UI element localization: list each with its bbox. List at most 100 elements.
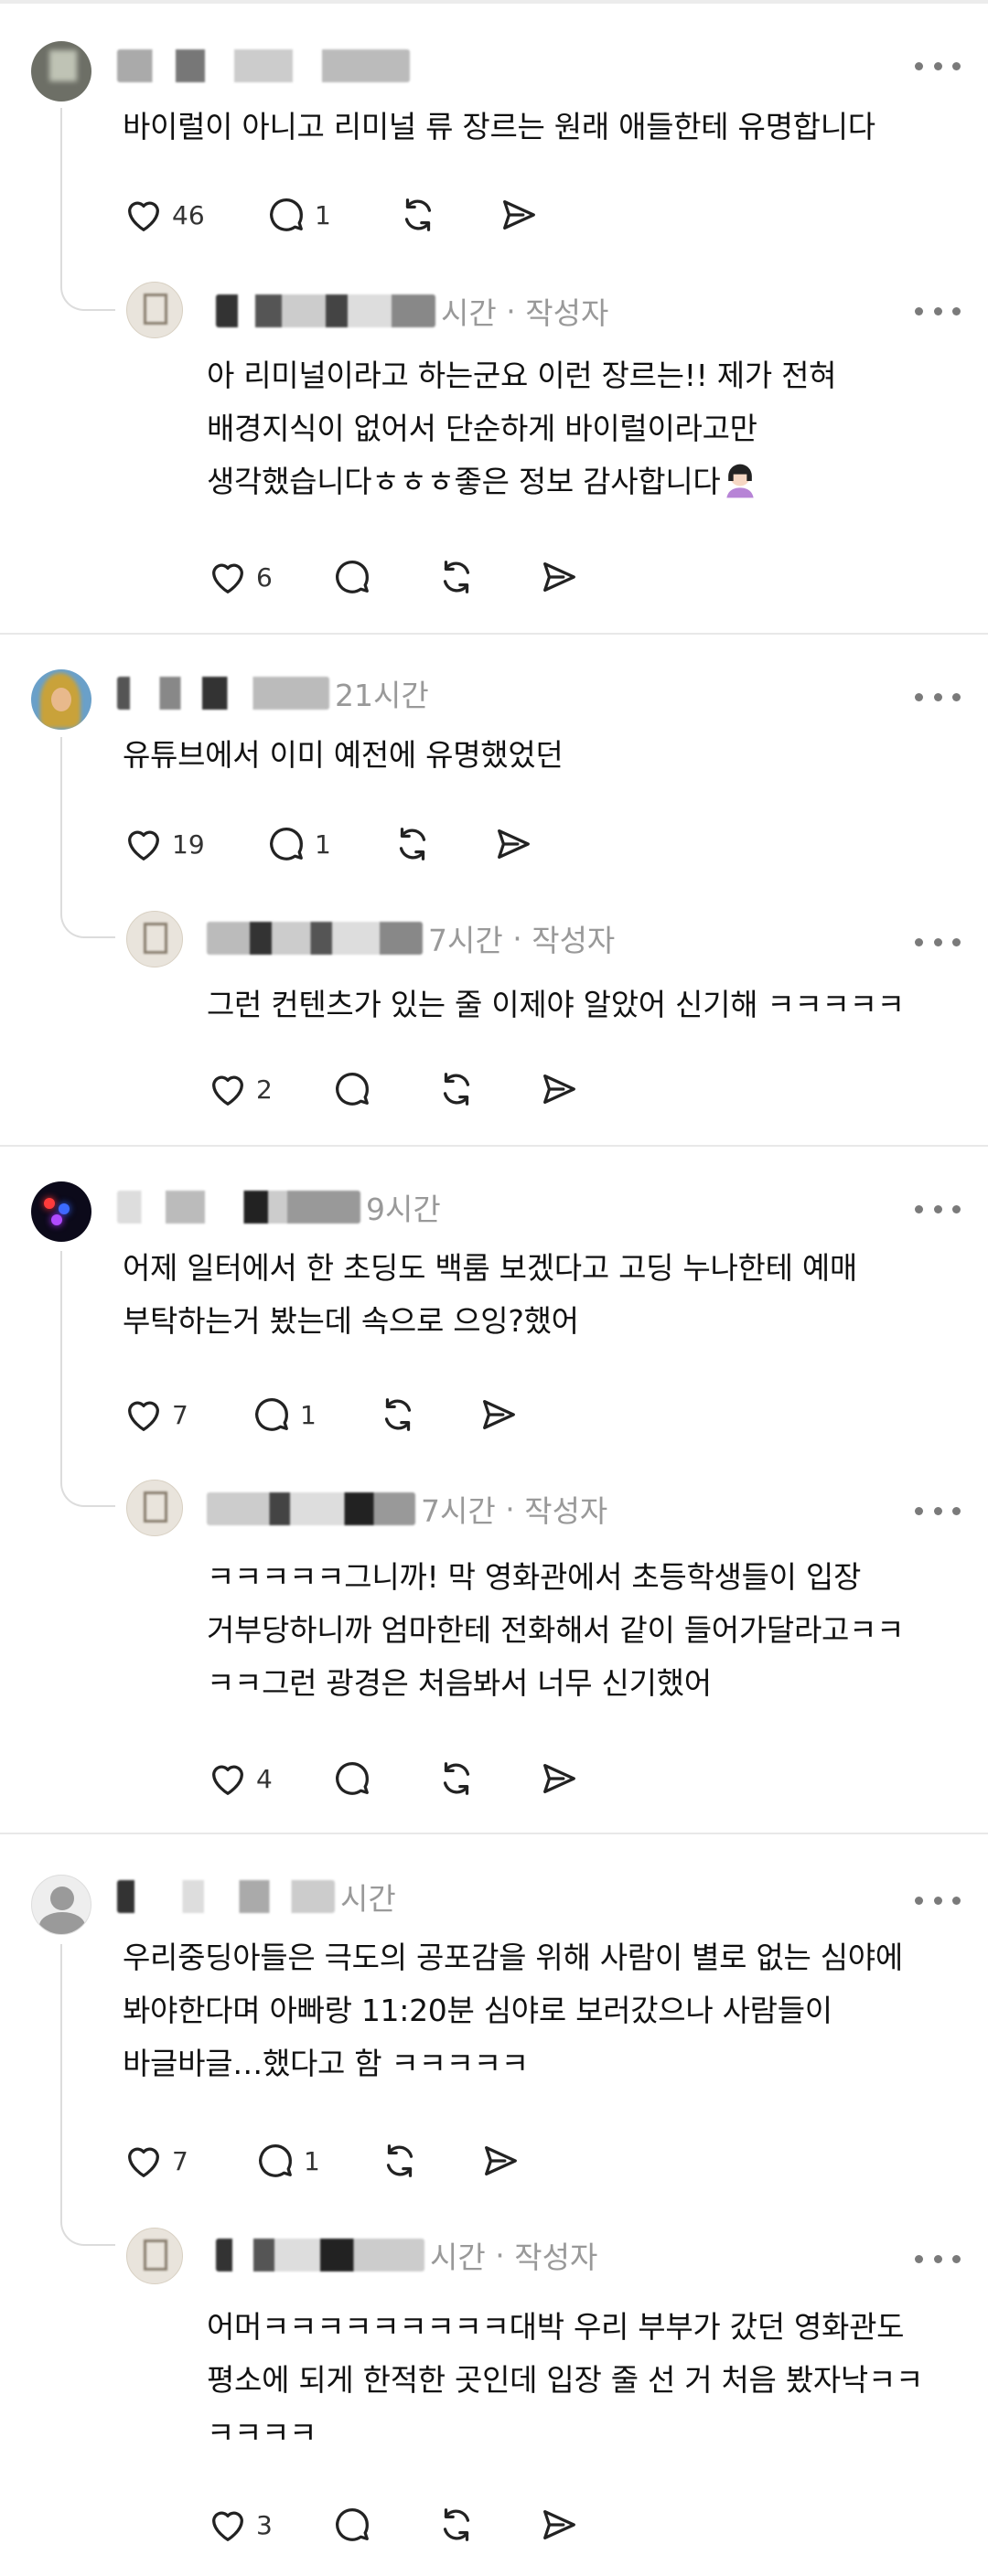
reply-text: 그런 컨텐츠가 있는 줄 이제야 알았어 신기해 ㅋㅋㅋㅋㅋ xyxy=(207,987,905,1022)
repost-button[interactable] xyxy=(435,1756,478,1801)
separator: · xyxy=(495,1491,525,1527)
share-button[interactable] xyxy=(538,1066,580,1112)
heart-icon xyxy=(207,1758,249,1800)
share-button[interactable] xyxy=(479,2138,521,2184)
reply-button[interactable] xyxy=(331,1066,373,1112)
reply-count: 1 xyxy=(315,199,331,230)
comment-divider xyxy=(0,1145,988,1147)
author-badge: 작성자 xyxy=(525,295,609,331)
share-button[interactable] xyxy=(492,821,534,867)
comment-meta: 9시간 xyxy=(117,1187,441,1227)
reply-count: 1 xyxy=(300,1399,317,1430)
repost-button[interactable] xyxy=(435,1066,478,1112)
reply-button[interactable]: 1 xyxy=(265,821,331,867)
more-options-button[interactable] xyxy=(915,1200,961,1218)
timestamp: 시간 xyxy=(430,2239,486,2275)
username-redacted[interactable] xyxy=(207,922,423,955)
thread-connector xyxy=(60,2209,115,2246)
avatar[interactable] xyxy=(31,1875,91,1935)
comment-actions: 7 1 xyxy=(123,2138,671,2184)
reply-button[interactable] xyxy=(331,2502,373,2548)
comment-divider xyxy=(0,633,988,635)
username-redacted[interactable] xyxy=(216,2239,424,2271)
avatar[interactable] xyxy=(126,282,183,338)
avatar[interactable] xyxy=(31,1181,91,1242)
comment-text: 어제 일터에서 한 초딩도 백룸 보겠다고 고딩 누나한테 예매 부탁하는거 봤… xyxy=(123,1250,857,1339)
send-icon xyxy=(538,556,580,598)
username-redacted[interactable] xyxy=(117,1191,360,1224)
repost-icon xyxy=(435,1758,478,1800)
timestamp: 21시간 xyxy=(335,678,429,713)
repost-button[interactable] xyxy=(435,554,478,600)
more-options-button[interactable] xyxy=(915,302,961,320)
repost-button[interactable] xyxy=(435,2502,478,2548)
thread-connector xyxy=(60,274,115,311)
repost-button[interactable] xyxy=(397,192,439,238)
like-button[interactable]: 2 xyxy=(207,1066,273,1112)
thread-line xyxy=(60,1251,62,1480)
share-button[interactable] xyxy=(498,192,540,238)
send-icon xyxy=(538,1758,580,1800)
like-button[interactable]: 3 xyxy=(207,2502,273,2548)
more-options-button[interactable] xyxy=(915,1891,961,1909)
like-count: 6 xyxy=(256,561,273,593)
send-icon xyxy=(492,823,534,865)
reply-button[interactable]: 1 xyxy=(254,2138,320,2184)
comment-text: 유튜브에서 이미 예전에 유명했었던 xyxy=(123,737,564,773)
comment-icon xyxy=(265,194,307,236)
like-count: 7 xyxy=(172,1399,188,1430)
more-options-button[interactable] xyxy=(915,1502,961,1520)
send-icon xyxy=(498,194,540,236)
username-redacted[interactable] xyxy=(117,677,329,710)
comment-icon xyxy=(331,556,373,598)
like-button[interactable]: 46 xyxy=(123,192,205,238)
username-redacted[interactable] xyxy=(216,294,435,327)
more-options-button[interactable] xyxy=(915,2250,961,2268)
share-button[interactable] xyxy=(538,1756,580,1801)
avatar[interactable] xyxy=(126,1480,183,1536)
username-redacted[interactable] xyxy=(117,1880,335,1913)
reply-count: 1 xyxy=(315,828,331,860)
more-options-button[interactable] xyxy=(915,688,961,706)
author-badge: 작성자 xyxy=(532,923,616,958)
share-button[interactable] xyxy=(538,2502,580,2548)
avatar[interactable] xyxy=(126,2228,183,2284)
timestamp: 시간 xyxy=(340,1881,396,1917)
reply-button[interactable]: 1 xyxy=(265,192,331,238)
comment-icon xyxy=(265,823,307,865)
comment-actions: 19 1 xyxy=(123,821,671,867)
like-button[interactable]: 4 xyxy=(207,1756,273,1801)
timestamp: 7시간 xyxy=(428,923,503,958)
more-dots-icon xyxy=(915,1896,923,1905)
repost-icon xyxy=(397,194,439,236)
reply-text: 아 리미널이라고 하는군요 이런 장르는!! 제가 전혀 배경지식이 없어서 단… xyxy=(207,349,837,508)
heart-icon xyxy=(123,1394,165,1436)
repost-icon xyxy=(377,1394,419,1436)
more-options-button[interactable] xyxy=(915,933,961,951)
reply-meta: 시간 · 작성자 xyxy=(216,291,608,331)
share-button[interactable] xyxy=(538,554,580,600)
repost-button[interactable] xyxy=(377,1392,419,1438)
separator: · xyxy=(502,920,532,957)
username-redacted[interactable] xyxy=(117,49,410,82)
reply-button[interactable]: 1 xyxy=(251,1392,317,1438)
like-button[interactable]: 19 xyxy=(123,821,205,867)
thread-connector xyxy=(60,1470,115,1507)
avatar[interactable] xyxy=(126,911,183,967)
reply-meta: 시간 · 작성자 xyxy=(216,2235,597,2275)
repost-button[interactable] xyxy=(392,821,434,867)
repost-button[interactable] xyxy=(379,2138,421,2184)
send-icon xyxy=(478,1394,520,1436)
like-button[interactable]: 7 xyxy=(123,2138,188,2184)
username-redacted[interactable] xyxy=(207,1492,415,1525)
share-button[interactable] xyxy=(478,1392,520,1438)
reply-button[interactable] xyxy=(331,554,373,600)
reply-button[interactable] xyxy=(331,1756,373,1801)
more-dots-icon xyxy=(915,1506,923,1515)
avatar[interactable] xyxy=(31,41,91,102)
like-button[interactable]: 6 xyxy=(207,554,273,600)
send-icon xyxy=(479,2140,521,2182)
avatar[interactable] xyxy=(31,669,91,730)
like-button[interactable]: 7 xyxy=(123,1392,188,1438)
more-options-button[interactable] xyxy=(915,57,961,75)
